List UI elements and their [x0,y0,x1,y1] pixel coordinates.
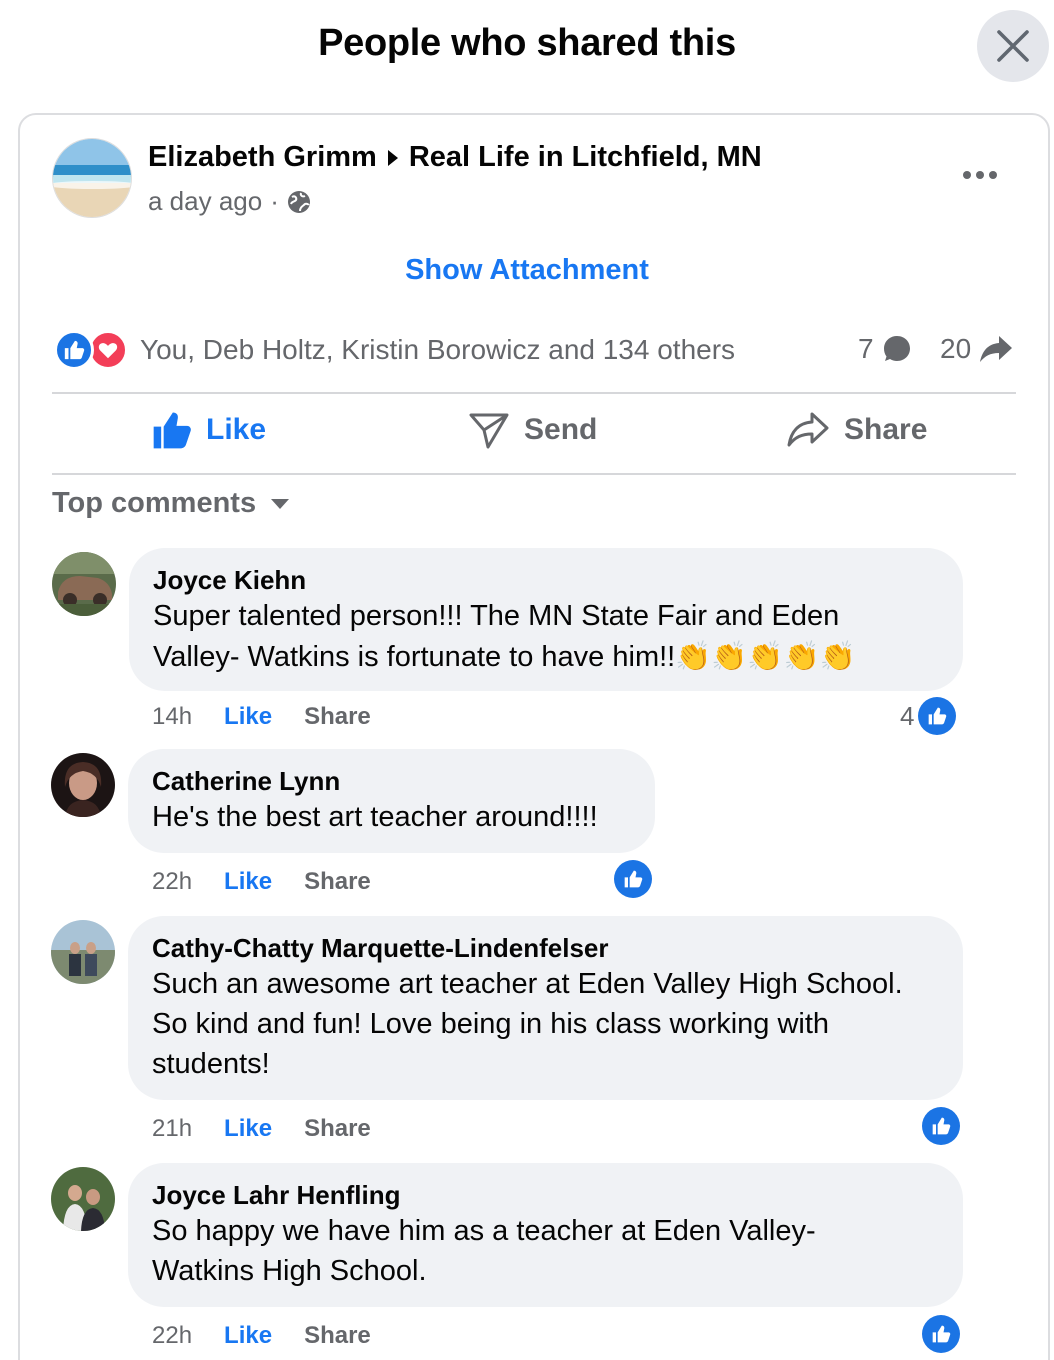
like-reaction-icon [922,1107,960,1145]
comment-icon [883,336,910,361]
divider [52,473,1016,475]
comment-share-button[interactable]: Share [304,1115,371,1143]
comment-text-line: Valley- Watkins is fortunate to have him… [153,636,939,677]
author-avatar[interactable] [52,138,132,218]
comment-share-button[interactable]: Share [304,703,371,731]
comment-time[interactable]: 14h [152,703,192,731]
post-author-line: Elizabeth Grimm Real Life in Litchfield,… [148,141,762,174]
globe-icon [287,190,310,213]
comment-time[interactable]: 22h [152,1322,192,1350]
comment-actions: 14h Like Share [152,703,371,731]
comment-reactions[interactable]: 4 [900,697,957,735]
comment-bubble: Joyce Kiehn Super talented person!!! The… [129,548,963,691]
comment-text: So happy we have him as a teacher at Ede… [152,1215,816,1287]
comment-time[interactable]: 21h [152,1115,192,1143]
comment-actions: 22h Like Share [152,1322,371,1350]
show-attachment-link: Show Attachment [0,254,1054,287]
commenter-avatar[interactable] [51,753,115,817]
share-count-value: 20 [940,333,972,364]
close-icon [997,30,1029,62]
post-time[interactable]: a day ago [148,186,262,217]
like-reaction-icon [922,1315,960,1353]
comments-sort-label: Top comments [52,487,257,519]
comment-time[interactable]: 22h [152,868,192,896]
commenter-name[interactable]: Catherine Lynn [152,765,631,797]
commenter-name[interactable]: Joyce Kiehn [153,564,939,596]
comment-like-button[interactable]: Like [224,1115,272,1143]
comment-like-button[interactable]: Like [224,1322,272,1350]
send-button[interactable]: Send [468,410,597,450]
send-icon [469,413,509,449]
comment-count-value: 7 [858,333,874,364]
share-arrow-icon [980,336,1013,362]
post-meta: a day ago · [148,186,311,217]
share-button[interactable]: Share [786,410,927,450]
comment-text: Super talented person!!! The MN State Fa… [153,596,939,677]
caret-right-icon [387,149,398,166]
comment-bubble: Joyce Lahr Henfling So happy we have him… [128,1163,963,1307]
reactions-summary[interactable]: You, Deb Holtz, Kristin Borowicz and 134… [54,330,735,370]
comment-text: Such an awesome art teacher at Eden Vall… [152,968,903,1080]
send-label: Send [524,413,598,446]
more-icon [963,171,997,179]
modal-title: People who shared this [318,22,736,64]
comment-reactions[interactable] [614,860,652,898]
comment-share-button[interactable]: Share [304,868,371,896]
thumbs-up-icon [153,412,191,449]
more-options-button[interactable] [958,155,1002,195]
divider [52,392,1016,394]
share-icon [787,412,829,447]
commenter-name[interactable]: Cathy-Chatty Marquette-Lindenfelser [152,932,939,964]
comment-like-button[interactable]: Like [224,868,272,896]
like-label: Like [206,413,267,446]
clapping-emoji: 👏👏👏👏👏 [675,639,856,673]
commenter-name[interactable]: Joyce Lahr Henfling [152,1179,939,1211]
comment-count[interactable]: 7 [858,333,912,365]
comment-reaction-count: 4 [900,700,915,731]
comment-text: He's the best art teacher around!!!! [152,801,598,833]
share-count[interactable]: 20 [940,333,1013,365]
comment-like-button[interactable]: Like [224,703,272,731]
like-button[interactable]: Like [152,410,266,450]
comment-text-line: Super talented person!!! The MN State Fa… [153,600,840,632]
dropdown-caret-icon [271,498,290,509]
comment-bubble: Cathy-Chatty Marquette-Lindenfelser Such… [128,916,963,1100]
group-name[interactable]: Real Life in Litchfield, MN [409,141,762,174]
comment-reactions[interactable] [922,1315,960,1353]
author-name[interactable]: Elizabeth Grimm [148,141,377,174]
meta-separator: · [270,186,279,216]
comment-reactions[interactable] [922,1107,960,1145]
comments-sort-dropdown[interactable]: Top comments [52,487,290,520]
comment-actions: 22h Like Share [152,868,371,896]
commenter-avatar[interactable] [51,1167,115,1231]
comment-share-button[interactable]: Share [304,1322,371,1350]
share-label: Share [844,413,928,446]
like-reaction-icon [54,330,94,370]
like-reaction-icon [614,860,652,898]
love-reaction-icon [88,330,128,370]
commenter-avatar[interactable] [51,920,115,984]
reactors-text: You, Deb Holtz, Kristin Borowicz and 134… [140,334,736,365]
comment-text-part: Valley- Watkins is fortunate to have him… [153,641,676,673]
like-reaction-icon [918,697,957,735]
close-button[interactable] [977,10,1049,82]
comment-actions: 21h Like Share [152,1115,371,1143]
comment-bubble: Catherine Lynn He's the best art teacher… [128,749,655,853]
commenter-avatar[interactable] [52,552,116,616]
show-attachment-label[interactable]: Show Attachment [405,254,649,286]
